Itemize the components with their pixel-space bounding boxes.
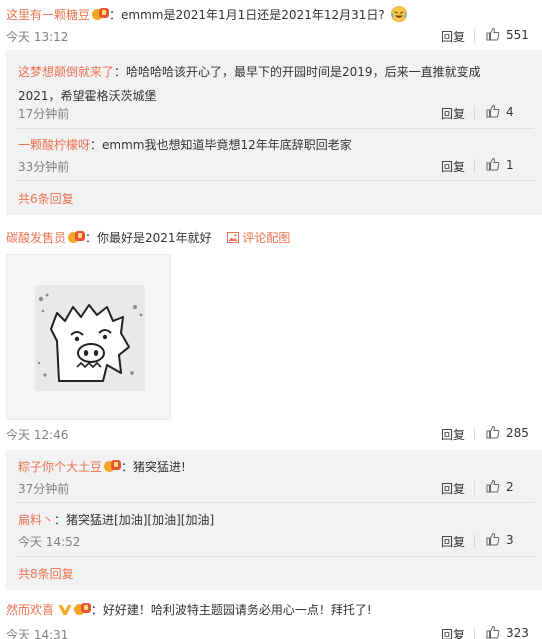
comment-1-like-button[interactable]: 551 [486,27,529,42]
reply-1-2-username[interactable]: 一颗酸柠檬呀 [18,138,90,152]
comment-3-like-count: 323 [506,626,529,639]
thumbs-up-icon [486,27,500,41]
reply-2-1-like-count: 2 [506,480,514,494]
reply-2-2-username[interactable]: 扁料丶 [18,513,54,527]
comment-1-reply-button[interactable]: 回复 [441,28,465,45]
comment-1: 这里有一颗糖豆 ：emmm是2021年1月1日还是2021年12月31日? 今天 … [0,0,542,215]
thumbs-up-icon [486,625,500,639]
comment-1-time: 今天 13:12 [6,30,69,44]
comment-2-image[interactable] [6,254,171,420]
reply-1-1-text-line1: 哈哈哈哈该开心了，最早下的开园时间是2019，后来一直推就变成 [126,65,481,79]
comment-1-text: emmm是2021年1月1日还是2021年12月31日? [121,8,385,22]
reply-2-2-reply-button[interactable]: 回复 [441,533,465,550]
comment-1-line: 这里有一颗糖豆 ：emmm是2021年1月1日还是2021年12月31日? [6,6,407,26]
reply-2-2-text: 猪突猛进[加油][加油][加油] [66,513,215,527]
comment-2-like-count: 285 [506,426,529,440]
thumbs-up-icon [486,104,500,118]
comment-2-time: 今天 12:46 [6,428,69,442]
member-badge-icon [68,231,86,244]
reply-1-2-like-button[interactable]: 1 [486,157,514,172]
reply-2-1-text: 猪突猛进! [133,460,186,474]
comment-3-username[interactable]: 然而欢喜 [6,603,54,617]
reply-1-1: 这梦想颠倒就来了：哈哈哈哈该开心了，最早下的开园时间是2019，后来一直推就变成… [18,60,528,108]
boar-mask-sketch-image [35,285,145,391]
reply-1-2: 一颗酸柠檬呀：emmm我也想知道毕竟想12年年底辞职回老家 [18,138,352,152]
thumbs-up-icon [486,425,500,439]
comment-1-more-replies-link[interactable]: 共6条回复 [18,190,74,207]
comment-2-reply-button[interactable]: 回复 [441,426,465,443]
reply-2-2-like-count: 3 [506,533,514,547]
reply-1-2-time: 33分钟前 [18,160,70,174]
reply-1-1-username[interactable]: 这梦想颠倒就来了 [18,65,114,79]
comment-3-time: 今天 14:31 [6,628,69,639]
laughing-tears-emoji-icon [390,6,407,26]
comment-3-like-button[interactable]: 323 [486,625,529,639]
comment-2-username[interactable]: 碳酸发售员 [6,231,66,245]
comment-2-replies: 粽子你个大土豆 ：猪突猛进! 37分钟前 回复 2 扁料丶：猪突猛进[加油][加油… [6,450,542,590]
comment-3-text: 好好建！哈利波特主题园请务必用心一点！拜托了! [102,603,372,617]
comment-1-like-count: 551 [506,28,529,42]
reply-1-2-reply-button[interactable]: 回复 [441,158,465,175]
reply-2-1: 粽子你个大土豆 ：猪突猛进! [18,460,186,474]
reply-2-1-reply-button[interactable]: 回复 [441,480,465,497]
thumbs-up-icon [486,479,500,493]
comment-2-pic-link[interactable]: 评论配图 [227,231,290,245]
member-badge-icon [73,603,91,616]
comment-2-pic-link-label: 评论配图 [242,231,291,245]
reply-1-2-like-count: 1 [506,158,514,172]
comment-3: 然而欢喜 ：好好建！哈利波特主题园请务必用心一点！拜托了! 今天 14:31 回… [0,596,542,639]
reply-1-1-like-button[interactable]: 4 [486,104,514,119]
reply-2-1-like-button[interactable]: 2 [486,479,514,494]
vip-v-icon [58,604,72,620]
reply-1-1-like-count: 4 [506,105,514,119]
reply-2-1-time: 37分钟前 [18,482,70,496]
reply-2-1-username[interactable]: 粽子你个大土豆 [18,460,102,474]
comment-2-like-button[interactable]: 285 [486,425,529,440]
thumbs-up-icon [486,157,500,171]
reply-1-2-text: emmm我也想知道毕竟想12年年底辞职回老家 [102,138,352,152]
member-badge-icon [104,460,122,473]
reply-2-2-time: 今天 14:52 [18,535,81,549]
comment-1-replies: 这梦想颠倒就来了：哈哈哈哈该开心了，最早下的开园时间是2019，后来一直推就变成… [6,50,542,215]
image-icon [227,232,240,243]
comment-3-reply-button[interactable]: 回复 [441,626,465,639]
member-badge-icon [92,8,110,21]
comment-2-line: 碳酸发售员 ：你最好是2021年就好 评论配图 [6,231,291,245]
comment-1-username[interactable]: 这里有一颗糖豆 [6,8,90,22]
reply-1-1-time: 17分钟前 [18,107,70,121]
reply-1-1-reply-button[interactable]: 回复 [441,105,465,122]
comment-2-more-replies-link[interactable]: 共8条回复 [18,565,74,582]
comment-3-line: 然而欢喜 ：好好建！哈利波特主题园请务必用心一点！拜托了! [6,602,372,620]
comment-2-text: 你最好是2021年就好 [97,231,212,245]
reply-2-2-like-button[interactable]: 3 [486,532,514,547]
reply-2-2: 扁料丶：猪突猛进[加油][加油][加油] [18,513,215,527]
thumbs-up-icon [486,532,500,546]
